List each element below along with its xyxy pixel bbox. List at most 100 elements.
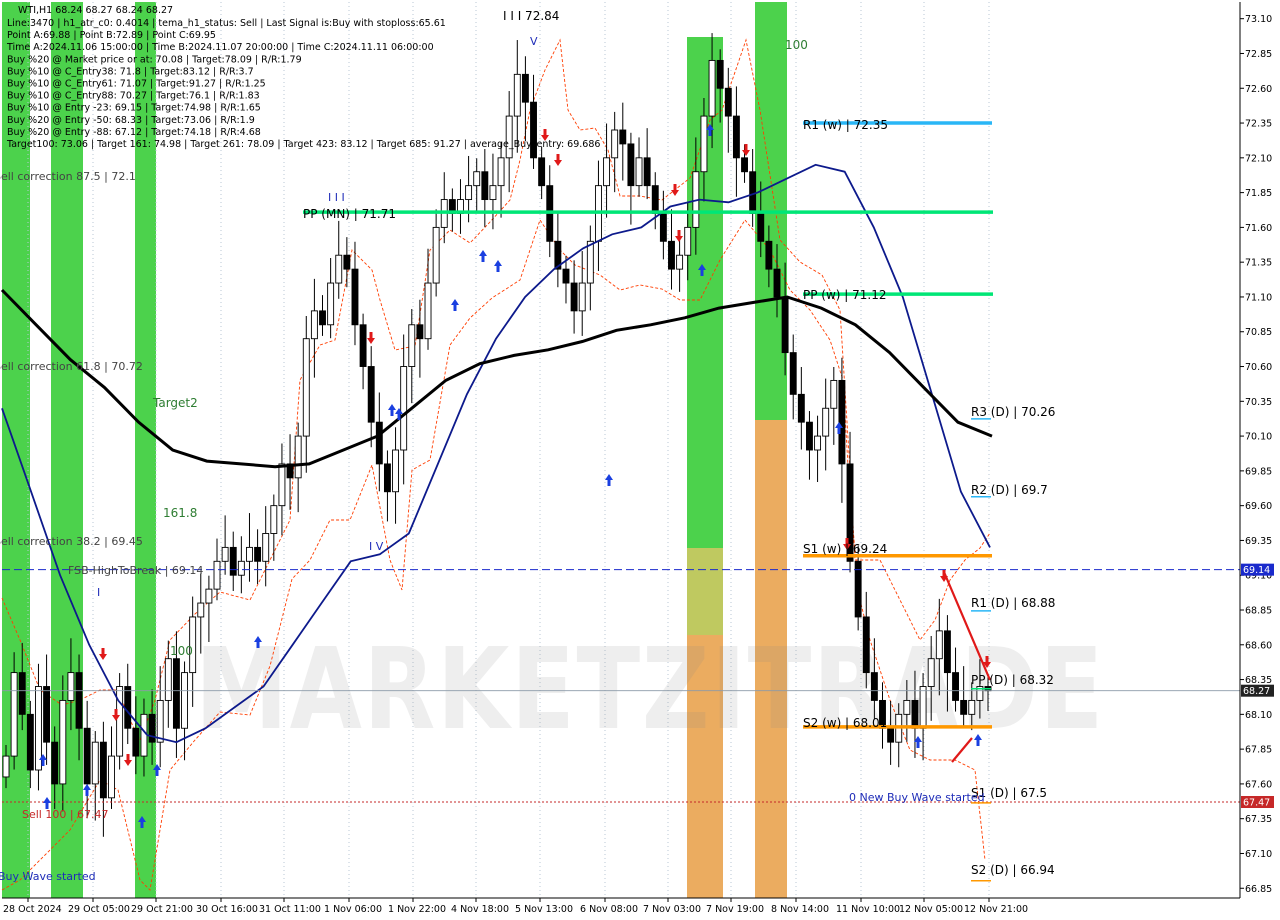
info-line: Buy %20 @ Entry -88: 67.12 | Target:74.1… — [7, 127, 261, 138]
time-tick-label: 12 Nov 21:00 — [964, 904, 1028, 915]
candle-bull — [262, 533, 270, 562]
price-tick-label: 71.10 — [1245, 292, 1272, 303]
time-tick-label: 7 Nov 03:00 — [643, 904, 701, 915]
price-tick-label: 68.10 — [1245, 710, 1272, 721]
label-r1w: R1 (w) | 72.35 — [803, 118, 888, 132]
price-tick-label: 72.35 — [1245, 119, 1272, 130]
info-line: Point A:69.88 | Point B:72.89 | Point C:… — [7, 30, 216, 41]
price-tick-label: 72.85 — [1245, 49, 1272, 60]
time-tick-label: 31 Oct 11:00 — [259, 904, 321, 915]
candle-bull — [424, 282, 432, 340]
time-tick-label: 8 Nov 14:00 — [771, 904, 829, 915]
candle-bull — [586, 240, 594, 284]
buy-wave-started: Buy Wave started — [0, 870, 96, 883]
candle-bear — [83, 727, 91, 785]
candle-bear — [132, 727, 140, 757]
mixed-zone — [687, 548, 723, 635]
candle-bear — [367, 366, 375, 423]
candle-bull — [684, 226, 692, 256]
fsb-high-to-break: FSB-HighToBreak | 69.14 — [68, 564, 203, 577]
price-tick-label: 68.35 — [1245, 675, 1272, 686]
label-ppd: PP (D) | 68.32 — [971, 673, 1054, 687]
candle-bear — [960, 699, 968, 715]
candle-bull — [181, 672, 188, 729]
candle-bear — [229, 546, 237, 576]
candle-bull — [221, 546, 229, 562]
candle-bull — [205, 588, 213, 604]
price-tick-label: 71.35 — [1245, 258, 1272, 269]
candle-bear — [148, 713, 156, 743]
candle-bear — [562, 268, 570, 284]
fib-1618-label: 161.8 — [163, 506, 197, 520]
price-tick-label: 73.10 — [1245, 14, 1272, 25]
time-tick-label: 28 Oct 2024 — [3, 904, 62, 915]
info-line: Buy %10 @ C_Entry88: 70.27 | Target:76.1… — [7, 91, 260, 102]
wave-i-label: I — [97, 586, 100, 599]
candle-bull — [164, 658, 172, 701]
watermark: MARKETZITRADE — [195, 625, 1105, 755]
candle-bull — [246, 546, 253, 562]
price-tick-label: 70.35 — [1245, 397, 1272, 408]
candle-bull — [497, 157, 505, 187]
time-tick-label: 4 Nov 18:00 — [451, 904, 509, 915]
info-line: Line:3470 | h1_atr_c0: 0.4014 | tema_h1_… — [7, 18, 446, 29]
candle-bull — [278, 463, 286, 507]
candle-bull — [294, 435, 302, 479]
candle-bull — [335, 254, 343, 284]
info-line: Buy %20 @ Market price or at: 70.08 | Ta… — [7, 54, 302, 65]
price-tick-label: 70.60 — [1245, 362, 1272, 373]
candle-bull — [2, 755, 10, 778]
candle-bull — [35, 686, 42, 771]
time-tick-label: 29 Oct 21:00 — [131, 904, 193, 915]
candle-bear — [521, 73, 529, 103]
time-tick-label: 12 Nov 05:00 — [899, 904, 963, 915]
candle-bear — [757, 213, 765, 242]
candle-bear — [383, 463, 391, 493]
candle-bear — [124, 686, 132, 729]
candle-bear — [887, 727, 895, 743]
info-line: Buy %20 @ Entry -50: 68.33 | Target:73.0… — [7, 115, 255, 126]
price-tick-label: 67.60 — [1245, 779, 1272, 790]
info-line: Buy %10 @ Entry -23: 69.15 | Target:74.9… — [7, 103, 261, 114]
candle-bear — [862, 616, 870, 674]
price-tick-label: 68.60 — [1245, 640, 1272, 651]
candle-bull — [830, 379, 838, 409]
sell100-badge: 67.47 — [1243, 798, 1270, 809]
candle-bear — [870, 672, 878, 701]
watermark-layer: MARKETZITRADE — [195, 625, 1105, 755]
candle-bull — [611, 129, 619, 159]
candle-bull — [108, 755, 115, 799]
price-chart[interactable]: MARKETZITRADE R1 (w) | 72.35 PP (MN) | 7… — [0, 0, 1280, 920]
candle-bear — [952, 672, 959, 701]
candle-bull — [197, 602, 205, 618]
price-tick-label: 71.60 — [1245, 223, 1272, 234]
candle-bull — [392, 449, 400, 493]
label-s2d: S2 (D) | 66.94 — [971, 863, 1055, 877]
candle-bull — [822, 407, 830, 437]
candle-bear — [773, 268, 781, 298]
sell100-label: Sell 100 | 67.47 — [22, 808, 109, 821]
wave-top-label: I I I 72.84 — [503, 9, 559, 23]
candle-bear — [99, 741, 107, 799]
candle-bull — [927, 658, 935, 687]
candle-bear — [806, 421, 813, 451]
candle-bear — [732, 115, 740, 159]
price-tick-label: 67.35 — [1245, 814, 1272, 825]
time-tick-label: 11 Nov 10:00 — [836, 904, 900, 915]
candle-bull — [310, 310, 318, 340]
time-tick-label: 5 Nov 13:00 — [515, 904, 573, 915]
symbol-header: WTI,H1 68.24 68.27 68.24 68.27 — [18, 5, 173, 16]
candle-bear — [18, 672, 26, 715]
time-tick-label: 30 Oct 16:00 — [196, 904, 258, 915]
candle-bear — [619, 129, 627, 145]
candle-bear — [538, 157, 546, 187]
candle-bull — [10, 672, 18, 757]
price-tick-label: 67.85 — [1245, 745, 1272, 756]
candle-bear — [838, 379, 846, 465]
candle-bear — [172, 658, 180, 729]
price-tick-label: 67.10 — [1245, 849, 1272, 860]
candle-bull — [91, 741, 99, 785]
candle-bull — [465, 185, 473, 201]
candle-bull — [400, 366, 408, 451]
price-tick-label: 68.85 — [1245, 606, 1272, 617]
